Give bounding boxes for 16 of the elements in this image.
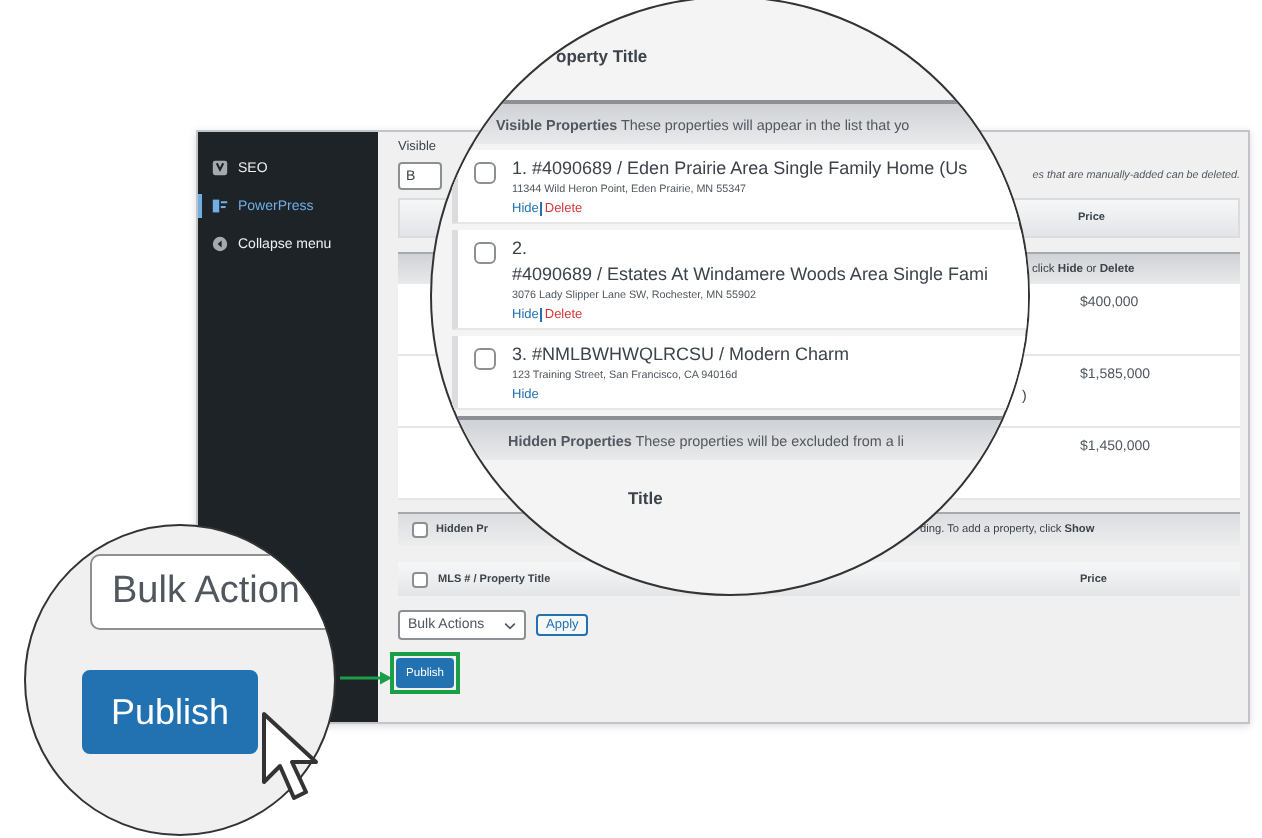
column-header: operty Title <box>556 46 648 70</box>
checkbox[interactable] <box>474 242 496 264</box>
chevron-down-icon <box>504 621 516 629</box>
checkbox[interactable] <box>474 348 496 370</box>
collapse-icon <box>212 236 228 252</box>
property-title: 1. #4090689 / Eden Prairie Area Single Family Home (Us <box>512 158 968 178</box>
publish-button[interactable]: Publish <box>82 670 258 754</box>
property-number: 2. <box>512 238 528 258</box>
checkbox[interactable] <box>474 162 496 184</box>
plugin-logo-icon <box>212 160 228 176</box>
column-header: Title <box>628 488 663 508</box>
property-title: #4090689 / Estates At Windamere Woods Area Single Fami <box>512 264 988 284</box>
checkbox[interactable] <box>412 522 428 538</box>
list-icon <box>212 198 228 214</box>
property-title: 3. #NMLBWHWQLRCSU / Modern Charm <box>512 344 850 364</box>
select-all-checkbox[interactable] <box>412 571 428 587</box>
